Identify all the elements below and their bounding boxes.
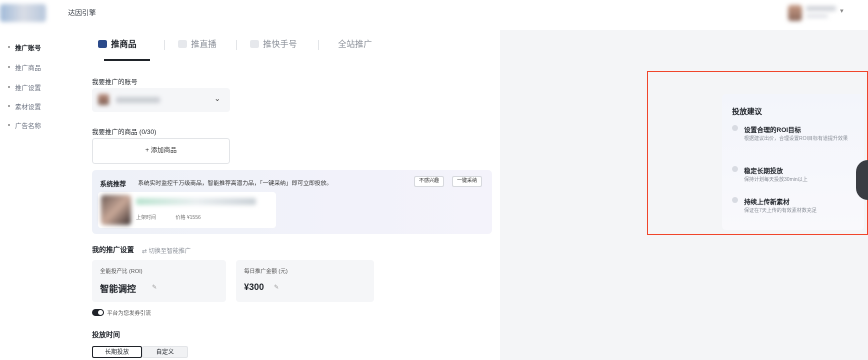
sidebar-item-settings[interactable]: 推广设置 [8, 82, 41, 92]
tab-live[interactable]: 推直播 [178, 38, 217, 50]
app-logo[interactable] [0, 4, 46, 22]
coupon-toggle-label: 平台为您发券引流 [107, 311, 152, 317]
bullet-icon [8, 124, 10, 126]
roi-setting-card[interactable]: 全能投产比 (ROI) 智能调控 ✎ [92, 260, 226, 302]
product-image [101, 195, 131, 225]
tab-kuaishou-account[interactable]: 推快手号 [250, 38, 297, 50]
check-icon [732, 197, 738, 203]
schedule-custom[interactable]: 自定义 [142, 346, 188, 358]
tab-label: 推商品 [111, 39, 137, 49]
not-interested-button[interactable]: 不感兴趣 [414, 176, 445, 187]
tab-label: 推直播 [191, 39, 217, 49]
sidebar-item-account[interactable]: 推广账号 [8, 42, 41, 52]
coupon-toggle[interactable] [92, 309, 104, 316]
roi-value: 智能调控 [100, 284, 137, 294]
app-title: 达因引擎 [68, 10, 96, 17]
tab-divider [236, 40, 237, 50]
bullet-icon [8, 105, 10, 107]
add-product-button[interactable]: + 添加商品 [92, 138, 230, 164]
edit-icon[interactable]: ✎ [274, 284, 279, 291]
sidebar: 推广账号 推广商品 推广设置 素材设置 广告名称 [0, 30, 80, 360]
tab-products[interactable]: 推商品 [98, 38, 137, 50]
bullet-icon [8, 46, 10, 48]
advice-item-title: 设置合理的ROI目标 [744, 127, 802, 134]
live-icon [178, 40, 187, 48]
switch-smart-promotion-link[interactable]: ⇄ 切换至智能推广 [142, 246, 191, 255]
check-icon [732, 125, 738, 131]
user-name [806, 6, 836, 11]
account-avatar [98, 94, 109, 105]
top-bar: 达因引擎 ▾ [0, 0, 868, 30]
schedule-title: 投放时间 [92, 332, 120, 339]
active-tab-indicator [104, 59, 150, 61]
advice-panel: 投放建议 设置合理的ROI目标 根据建议出价，合理设置ROI目标有道提升效果 稳… [722, 94, 864, 230]
tab-label: 全站推广 [338, 39, 373, 49]
sidebar-item-products[interactable]: 推广商品 [8, 62, 41, 72]
sidebar-item-label: 推广商品 [15, 65, 41, 72]
budget-value: ¥300 [244, 282, 265, 292]
budget-label: 每日推广金额 (元) [244, 269, 288, 275]
recommend-title: 系统推荐 [100, 181, 126, 188]
recommend-desc: 系统实时监控千万级商品，智能推荐高潜力品，「一键采纳」即可立即投放。 [138, 181, 333, 187]
account-select[interactable]: ⌄ [92, 88, 230, 112]
advice-item-desc: 保持计划每天投放30min以上 [744, 177, 808, 183]
advice-title: 投放建议 [732, 107, 762, 116]
edit-icon[interactable]: ✎ [152, 284, 157, 291]
cube-icon [98, 40, 107, 48]
bullet-icon [8, 66, 10, 68]
tab-label: 推快手号 [263, 39, 298, 49]
sidebar-item-label: 素材设置 [15, 104, 41, 111]
advice-item-desc: 保证在7天上传的有效素材数充足 [744, 208, 817, 214]
advice-item-title: 持续上传新素材 [744, 199, 790, 206]
check-icon [732, 166, 738, 172]
advice-item-title: 稳定长期投放 [744, 168, 783, 175]
sidebar-item-label: 广告名称 [15, 123, 41, 130]
product-price: 价格 ¥1556 [175, 215, 201, 221]
products-label: 我要推广的商品 (0/30) [92, 129, 157, 136]
sidebar-item-materials[interactable]: 素材设置 [8, 101, 41, 111]
tab-divider [318, 40, 319, 50]
account-icon [250, 40, 259, 48]
bullet-icon [8, 86, 10, 88]
roi-label: 全能投产比 (ROI) [100, 269, 143, 275]
floating-help-button[interactable] [856, 160, 868, 200]
daily-budget-card[interactable]: 每日推广金额 (元) ¥300 ✎ [236, 260, 374, 302]
sidebar-item-label: 推广设置 [15, 85, 41, 92]
main-panel: 推商品 推直播 推快手号 全站推广 我要推广的账号 ⌄ 我要推广的商品 (0/3… [80, 30, 500, 360]
tab-divider [164, 40, 165, 50]
account-label: 我要推广的账号 [92, 79, 138, 86]
chevron-down-icon: ⌄ [214, 94, 221, 103]
advice-item-desc: 根据建议出价，合理设置ROI目标有道提升效果 [744, 136, 848, 142]
user-id [806, 14, 828, 18]
product-title [136, 198, 256, 205]
system-recommend-panel: 系统推荐 系统实时监控千万级商品，智能推荐高潜力品，「一键采纳」即可立即投放。 … [92, 170, 492, 234]
account-name [116, 97, 160, 103]
product-meta: 上架时间 价格 ¥1556 [136, 214, 201, 221]
recommended-product-card[interactable]: 上架时间 价格 ¥1556 [98, 192, 276, 228]
accept-all-button[interactable]: 一键采纳 [452, 176, 483, 187]
chevron-down-icon[interactable]: ▾ [840, 7, 844, 15]
sidebar-item-ad-name[interactable]: 广告名称 [8, 120, 41, 130]
product-list-time: 上架时间 [136, 215, 157, 221]
tab-full-site[interactable]: 全站推广 [338, 38, 372, 50]
schedule-long-term[interactable]: 长期投放 [92, 346, 142, 358]
sidebar-item-label: 推广账号 [15, 45, 41, 52]
settings-title: 我的推广设置 [92, 247, 134, 254]
user-avatar[interactable] [788, 5, 802, 21]
